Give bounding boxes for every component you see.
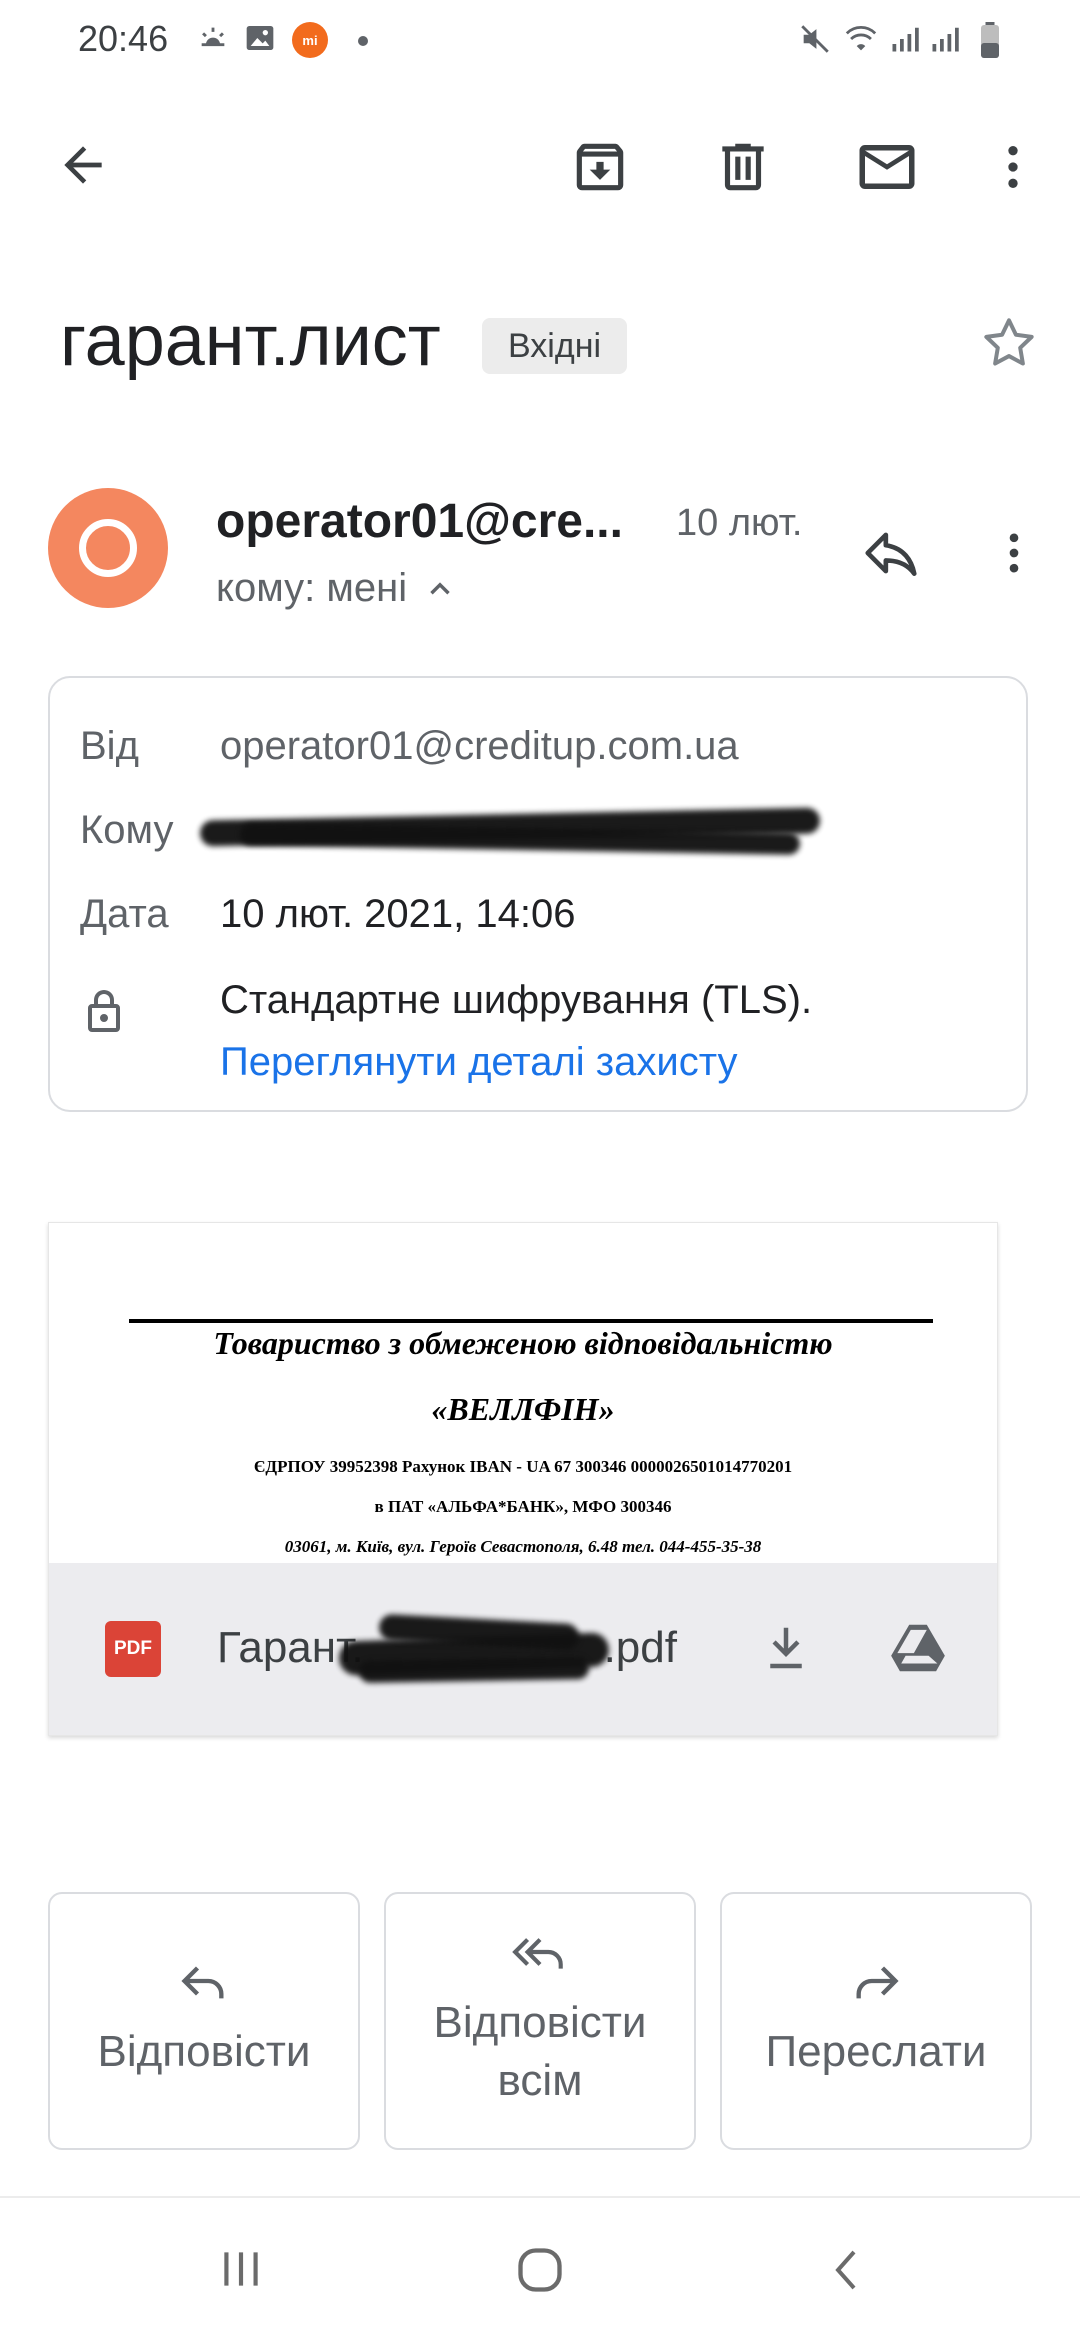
mute-icon (801, 25, 829, 53)
lock-icon (88, 990, 120, 1032)
attachment-bar: PDF Гарант. .pdf (49, 1563, 997, 1735)
status-time: 20:46 (78, 18, 169, 59)
sender-avatar[interactable] (48, 488, 168, 608)
battery-icon (981, 22, 999, 58)
archive-icon (576, 143, 624, 191)
redacted-recipient (199, 807, 840, 855)
more-vert-icon (1008, 146, 1018, 188)
archive-button[interactable] (555, 122, 645, 212)
reply-quick-button[interactable] (846, 508, 936, 598)
reply-all-button[interactable]: Відповісти всім (384, 1892, 696, 2150)
message-more-button[interactable] (974, 508, 1054, 598)
forward-label: Переслати (765, 2027, 987, 2076)
mark-unread-button[interactable] (842, 122, 932, 212)
back-nav-icon[interactable] (824, 2244, 872, 2296)
reply-icon (865, 532, 917, 576)
arrow-left-icon (64, 146, 102, 184)
chevron-up-icon (430, 581, 450, 594)
dot-icon (358, 36, 368, 46)
inbox-label-chip[interactable]: Вхідні (482, 318, 628, 374)
forward-button[interactable]: Переслати (720, 1892, 1032, 2150)
security-details-link[interactable]: Переглянути деталі захисту (220, 1040, 737, 1085)
drive-icon (891, 1624, 945, 1672)
encryption-text: Стандартне шифрування (TLS). (220, 978, 813, 1022)
reply-all-icon (512, 1938, 563, 1969)
recipient-toggle[interactable]: кому: мені (216, 566, 457, 611)
status-bar: 20:46 mi (0, 0, 1080, 84)
from-value[interactable]: operator01@creditup.com.ua (220, 724, 739, 769)
preview-requisites: ЄДРПОУ 39952398 Рахунок IBAN - UA 67 300… (253, 1457, 793, 1476)
message-details-card: Від operator01@creditup.com.ua Кому Дата… (48, 676, 1028, 1112)
mail-icon (859, 145, 915, 189)
date-value: 10 лют. 2021, 14:06 (220, 892, 576, 936)
home-icon[interactable] (514, 2244, 566, 2296)
pdf-icon: PDF (105, 1621, 161, 1677)
email-subject: гарант.лист (60, 301, 441, 381)
preview-rule (129, 1319, 933, 1323)
delete-icon (722, 143, 764, 191)
sender-name[interactable]: operator01@cre... (216, 494, 623, 549)
reply-button[interactable]: Відповісти (48, 1892, 360, 2150)
system-navigation-bar (0, 2196, 1080, 2342)
save-to-drive-button[interactable] (873, 1603, 963, 1693)
attachment-card[interactable]: Товариство з обмеженою відповідальністю … (48, 1222, 998, 1736)
star-icon (984, 318, 1034, 366)
more-options-button[interactable] (968, 122, 1058, 212)
signal-icon (932, 27, 959, 52)
star-button[interactable] (966, 300, 1052, 386)
weather-icon (201, 27, 225, 47)
reply-label: Відповісти (97, 2027, 311, 2076)
preview-company: Товариство з обмеженою відповідальністю (213, 1325, 833, 1361)
back-button[interactable] (38, 120, 128, 210)
recent-apps-icon[interactable] (216, 2244, 266, 2294)
download-icon (770, 1627, 802, 1669)
reply-icon (181, 1966, 224, 1999)
attachment-preview[interactable]: Товариство з обмеженою відповідальністю … (49, 1223, 997, 1563)
email-date: 10 лют. (676, 502, 803, 544)
preview-address: 03061, м. Київ, вул. Героїв Севастополя,… (284, 1537, 762, 1556)
forward-icon (856, 1966, 899, 1999)
more-vert-icon (1009, 533, 1019, 573)
preview-bank: в ПАТ «АЛЬФА*БАНК», МФО 300346 (374, 1497, 672, 1516)
recipient-text: кому: мені (216, 566, 408, 610)
avatar-letter-o (79, 519, 137, 577)
redacted-file-name (338, 1607, 629, 1693)
from-label: Від (80, 724, 139, 768)
image-icon (246, 26, 274, 50)
reply-all-label-line1: Відповісти (433, 1998, 647, 2047)
delete-button[interactable] (698, 122, 788, 212)
reply-all-label-line2: всім (497, 2056, 583, 2105)
mi-icon: mi (292, 22, 328, 58)
preview-brand: «ВЕЛЛФІН» (431, 1391, 615, 1427)
wifi-icon (845, 26, 877, 51)
download-button[interactable] (741, 1603, 831, 1693)
date-label: Дата (80, 892, 169, 936)
to-label: Кому (80, 808, 174, 852)
signal-icon (892, 27, 919, 52)
